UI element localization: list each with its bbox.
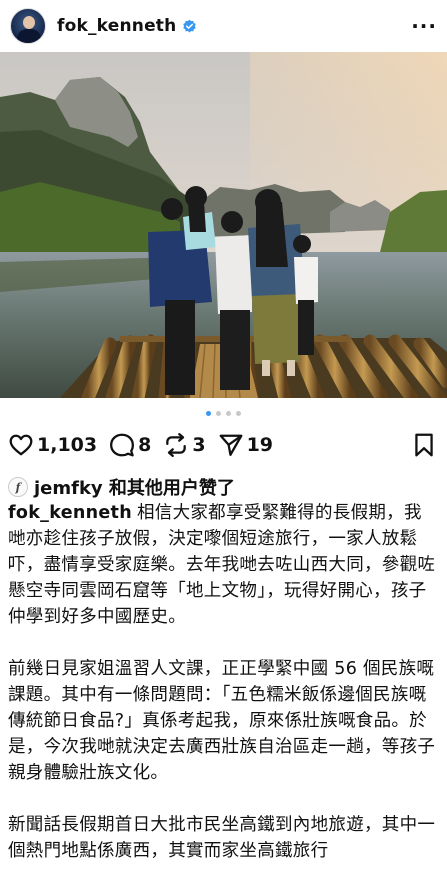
more-horizontal-icon[interactable]: ··· [411,14,437,38]
carousel-indicator [0,411,447,416]
avatar-face [23,16,35,29]
liked-by-row[interactable]: f jemfky 和其他用户赞了 [8,474,235,500]
avatar[interactable] [10,8,46,44]
comment-count: 8 [138,434,152,456]
post-photo[interactable] [0,52,447,398]
like-button[interactable]: 1,103 [8,432,97,458]
avatar-suit [17,29,41,43]
bookmark-icon [415,433,433,457]
repost-count: 3 [192,434,206,456]
heart-icon [9,434,33,456]
carousel-dot [226,411,231,416]
repost-button[interactable]: 3 [163,432,206,458]
save-button[interactable] [411,432,437,462]
carousel-dot-active [206,411,211,416]
carousel-dot [216,411,221,416]
family-river-photo [0,52,447,398]
caption-username[interactable]: fok_kenneth [8,503,132,523]
liked-by-avatar: f [8,477,28,497]
action-bar: 1,103 8 3 19 [0,428,447,462]
comment-icon [110,433,135,457]
paper-plane-icon [219,434,243,456]
post-header: fok_kenneth ··· [0,0,447,52]
comment-button[interactable]: 8 [109,432,151,458]
verified-badge-icon [183,19,197,32]
post-username[interactable]: fok_kenneth [57,16,176,36]
like-count: 1,103 [37,434,98,456]
carousel-dot [236,411,241,416]
liked-by-text: jemfky 和其他用户赞了 [34,478,235,499]
share-count: 19 [246,434,274,456]
share-button[interactable]: 19 [218,432,273,458]
caption-paragraph-1: fok_kenneth 相信大家都享受緊難得的長假期，我哋亦趁住孩子放假，決定嚟個… [8,500,438,630]
post-caption: fok_kenneth 相信大家都享受緊難得的長假期，我哋亦趁住孩子放假，決定嚟個… [8,500,438,869]
caption-paragraph-3: 新聞話長假期首日大批市民坐高鐵到內地旅遊，其中一個熱門地點係廣西，其實而家坐高鐵… [8,815,436,861]
caption-paragraph-2: 前幾日見家姐溫習人文課，正正學緊中國 56 個民族嘅課題。其中有一條問題問：「五… [8,659,436,783]
repost-icon [166,433,187,457]
